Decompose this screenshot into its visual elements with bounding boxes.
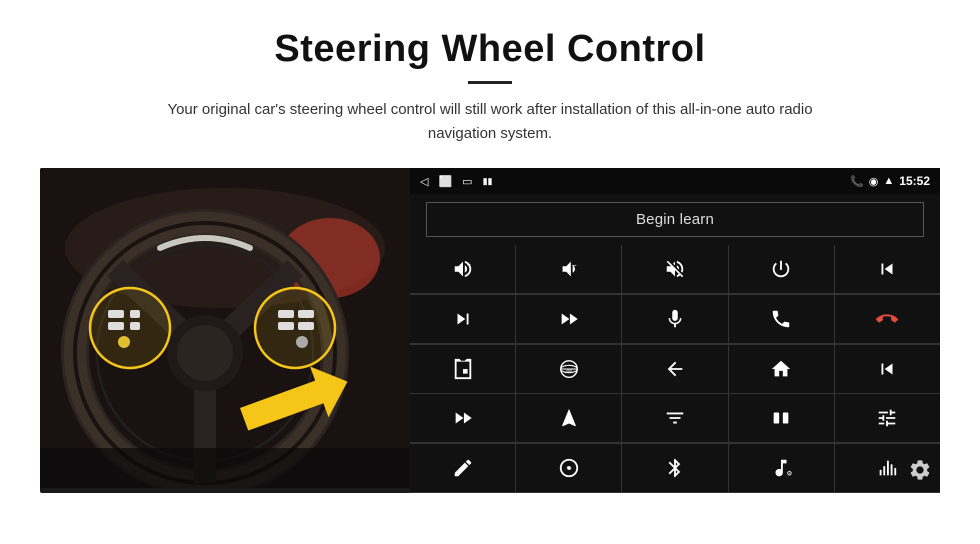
prev-track-button[interactable] [835, 245, 940, 293]
360-button[interactable]: 360° [516, 345, 621, 393]
phone-button[interactable] [729, 295, 834, 343]
signal-icon: ▮▮ [483, 176, 493, 187]
next-button[interactable] [410, 295, 515, 343]
status-right-icons: 📞 ◉ ▲ 15:52 [850, 174, 930, 188]
location-status-icon: ◉ [869, 175, 879, 188]
svg-text:360°: 360° [565, 367, 574, 372]
record-button[interactable] [729, 394, 834, 442]
page: Steering Wheel Control Your original car… [0, 0, 980, 544]
mute-button[interactable] [622, 245, 727, 293]
content-row: ◁ ⬜ ▭ ▮▮ 📞 ◉ ▲ 15:52 Begin learn [40, 168, 940, 493]
equalizer-button[interactable] [622, 394, 727, 442]
gear-icon [908, 458, 932, 482]
svg-text:+: + [466, 260, 470, 269]
compass-button[interactable] [516, 444, 621, 492]
settings-gear-button[interactable] [908, 458, 932, 487]
ff-button[interactable] [516, 295, 621, 343]
recent-nav-icon[interactable]: ▭ [462, 175, 472, 188]
mic-button[interactable] [622, 295, 727, 343]
begin-learn-button[interactable]: Begin learn [426, 202, 924, 237]
edit-button[interactable] [410, 444, 515, 492]
fast-fwd2-button[interactable] [410, 394, 515, 442]
title-divider [468, 81, 512, 84]
back-arrow-button[interactable] [622, 345, 727, 393]
steering-wheel-photo [40, 168, 410, 493]
power-button[interactable] [729, 245, 834, 293]
navigate-button[interactable] [516, 394, 621, 442]
android-panel: ◁ ⬜ ▭ ▮▮ 📞 ◉ ▲ 15:52 Begin learn [410, 168, 940, 493]
vol-down-button[interactable]: − [516, 245, 621, 293]
page-title: Steering Wheel Control [274, 28, 705, 71]
prev-chapter-button[interactable] [835, 345, 940, 393]
time-display: 15:52 [899, 174, 930, 188]
camera-button[interactable] [410, 345, 515, 393]
status-bar: ◁ ⬜ ▭ ▮▮ 📞 ◉ ▲ 15:52 [410, 168, 940, 194]
home-button[interactable] [729, 345, 834, 393]
end-call-button[interactable] [835, 295, 940, 343]
steering-wheel-svg [40, 168, 410, 488]
phone-status-icon: 📞 [850, 175, 864, 188]
page-subtitle: Your original car's steering wheel contr… [150, 98, 830, 146]
begin-learn-row: Begin learn [410, 194, 940, 245]
status-nav-icons: ◁ ⬜ ▭ ▮▮ [420, 175, 492, 188]
vol-up-button[interactable]: + [410, 245, 515, 293]
svg-text:−: − [572, 261, 577, 270]
controls-grid: + − [410, 245, 940, 493]
home-nav-icon[interactable]: ⬜ [438, 175, 452, 188]
sliders-button[interactable] [835, 394, 940, 442]
svg-text:⚙: ⚙ [787, 471, 793, 478]
wifi-status-icon: ▲ [883, 175, 894, 187]
bluetooth-button[interactable] [622, 444, 727, 492]
back-nav-icon[interactable]: ◁ [420, 175, 428, 188]
music-button[interactable]: ⚙ [729, 444, 834, 492]
